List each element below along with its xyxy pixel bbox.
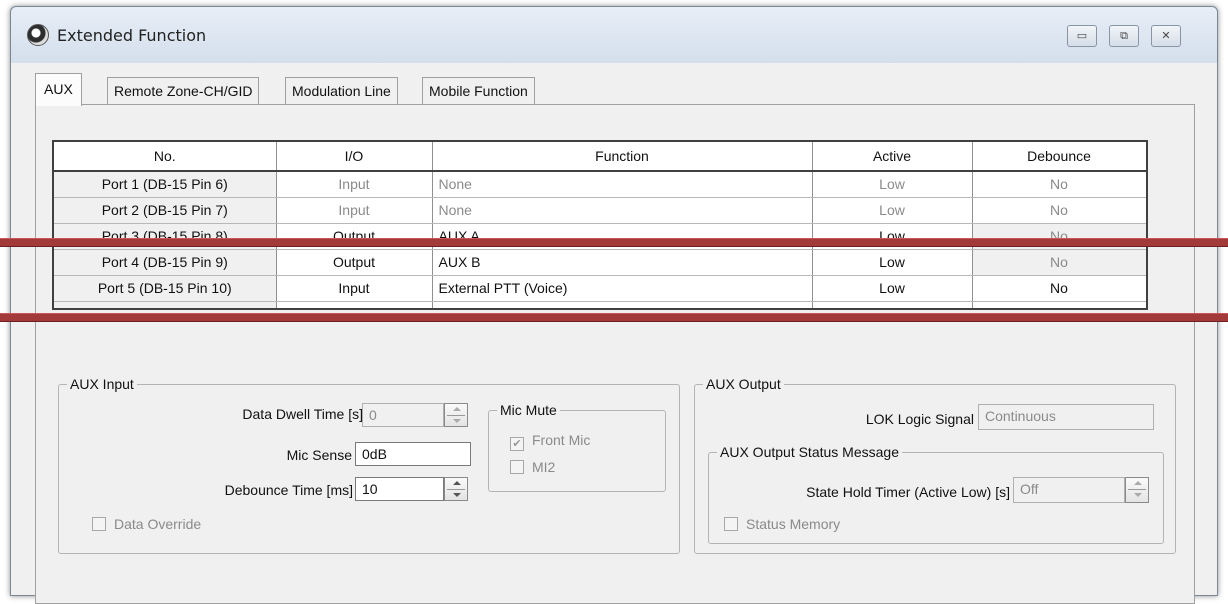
function-cell[interactable]: None xyxy=(432,197,813,224)
debounce-cell[interactable]: No xyxy=(972,275,1146,302)
aux-output-group-label: AUX Output xyxy=(703,376,784,392)
port-cell: Port 5 (DB-15 Pin 10) xyxy=(54,275,277,302)
app-icon xyxy=(27,24,49,46)
debounce-cell[interactable]: No xyxy=(972,197,1146,224)
column-header-io[interactable]: I/O xyxy=(276,142,433,172)
title-bar[interactable]: Extended Function ▭ ⧉ ✕ xyxy=(11,7,1217,63)
column-header-no[interactable]: No. xyxy=(54,142,277,172)
port-cell: Port 4 (DB-15 Pin 9) xyxy=(54,249,277,276)
io-cell[interactable]: Input xyxy=(276,197,433,224)
function-cell[interactable]: None xyxy=(432,171,813,198)
tab-aux[interactable]: AUX xyxy=(35,73,82,106)
io-cell[interactable]: Output xyxy=(276,249,433,276)
table-row[interactable]: Port 1 (DB-15 Pin 6) Input None Low No xyxy=(54,171,1146,198)
table-row[interactable]: Port 2 (DB-15 Pin 7) Input None Low No xyxy=(54,197,1146,224)
column-header-debounce[interactable]: Debounce xyxy=(972,142,1146,172)
mi2-checkbox[interactable]: MI2 xyxy=(510,459,555,475)
status-memory-checkbox[interactable]: Status Memory xyxy=(724,516,840,532)
debounce-cell[interactable]: No xyxy=(972,301,1146,308)
mi2-label: MI2 xyxy=(532,459,556,475)
state-hold-spinner[interactable] xyxy=(1125,477,1149,503)
debounce-time-spinner[interactable] xyxy=(444,477,468,501)
function-cell[interactable]: None xyxy=(432,301,813,308)
port-cell: Port 1 (DB-15 Pin 6) xyxy=(54,171,277,198)
data-dwell-label: Data Dwell Time [s] xyxy=(242,406,363,422)
column-header-active[interactable]: Active xyxy=(812,142,973,172)
lok-logic-label: LOK Logic Signal xyxy=(865,411,974,427)
data-dwell-spinner[interactable] xyxy=(444,403,468,427)
debounce-cell[interactable]: No xyxy=(972,171,1146,198)
table-row[interactable]: Port 5 (DB-15 Pin 10) Input External PTT… xyxy=(54,275,1146,302)
red-overlay-bar-bottom xyxy=(0,313,1228,322)
front-mic-checkbox[interactable]: ✔ Front Mic xyxy=(510,432,590,451)
red-overlay-bar-top xyxy=(0,238,1228,247)
aux-output-status-group-label: AUX Output Status Message xyxy=(717,444,902,460)
status-memory-label: Status Memory xyxy=(746,516,841,532)
data-override-label: Data Override xyxy=(114,516,202,532)
active-cell[interactable]: Low xyxy=(812,249,973,276)
io-cell[interactable]: Input xyxy=(276,171,433,198)
debounce-time-label: Debounce Time [ms] xyxy=(224,482,353,498)
function-cell[interactable]: AUX B xyxy=(432,249,813,276)
io-cell[interactable]: Input xyxy=(276,301,433,308)
data-dwell-input[interactable]: 0 xyxy=(362,403,444,427)
front-mic-label: Front Mic xyxy=(532,432,591,448)
aux-input-group-label: AUX Input xyxy=(67,376,137,392)
active-cell[interactable]: Low xyxy=(812,171,973,198)
mic-mute-group: Mic Mute xyxy=(488,402,666,492)
io-cell[interactable]: Input xyxy=(276,275,433,302)
tab-mobile-function[interactable]: Mobile Function xyxy=(422,77,535,105)
table-row[interactable]: Port 6 (DB-15 Pin 11) Input None Low No xyxy=(54,301,1146,308)
window-title: Extended Function xyxy=(57,26,207,45)
tab-remote-zone[interactable]: Remote Zone-CH/GID xyxy=(107,77,260,105)
data-override-box xyxy=(92,517,106,531)
lok-logic-select[interactable]: Continuous xyxy=(978,404,1154,430)
active-cell[interactable]: Low xyxy=(812,197,973,224)
function-cell[interactable]: External PTT (Voice) xyxy=(432,275,813,302)
tab-modulation-line[interactable]: Modulation Line xyxy=(285,77,398,105)
debounce-time-input[interactable]: 10 xyxy=(355,477,444,501)
minimize-button[interactable]: ▭ xyxy=(1067,25,1097,47)
mi2-box xyxy=(510,460,524,474)
restore-button[interactable]: ⧉ xyxy=(1109,25,1139,47)
mic-sense-select[interactable]: 0dB xyxy=(355,442,471,466)
state-hold-label: State Hold Timer (Active Low) [s] xyxy=(806,484,1010,500)
table-row[interactable]: Port 4 (DB-15 Pin 9) Output AUX B Low No xyxy=(54,249,1146,276)
column-header-function[interactable]: Function xyxy=(432,142,813,172)
state-hold-input[interactable]: Off xyxy=(1013,477,1125,503)
port-cell: Port 2 (DB-15 Pin 7) xyxy=(54,197,277,224)
status-memory-box xyxy=(724,517,738,531)
mic-sense-label: Mic Sense xyxy=(286,447,352,463)
active-cell[interactable]: Low xyxy=(812,301,973,308)
port-cell: Port 6 (DB-15 Pin 11) xyxy=(54,301,277,308)
data-override-checkbox[interactable]: Data Override xyxy=(92,516,201,532)
table-header-row: No. I/O Function Active Debounce xyxy=(54,142,1146,172)
front-mic-check-icon: ✔ xyxy=(510,437,524,451)
active-cell[interactable]: Low xyxy=(812,275,973,302)
mic-mute-group-label: Mic Mute xyxy=(497,402,560,418)
close-button[interactable]: ✕ xyxy=(1151,25,1181,47)
debounce-cell[interactable]: No xyxy=(972,249,1146,276)
port-table: No. I/O Function Active Debounce Port 1 … xyxy=(52,140,1148,310)
